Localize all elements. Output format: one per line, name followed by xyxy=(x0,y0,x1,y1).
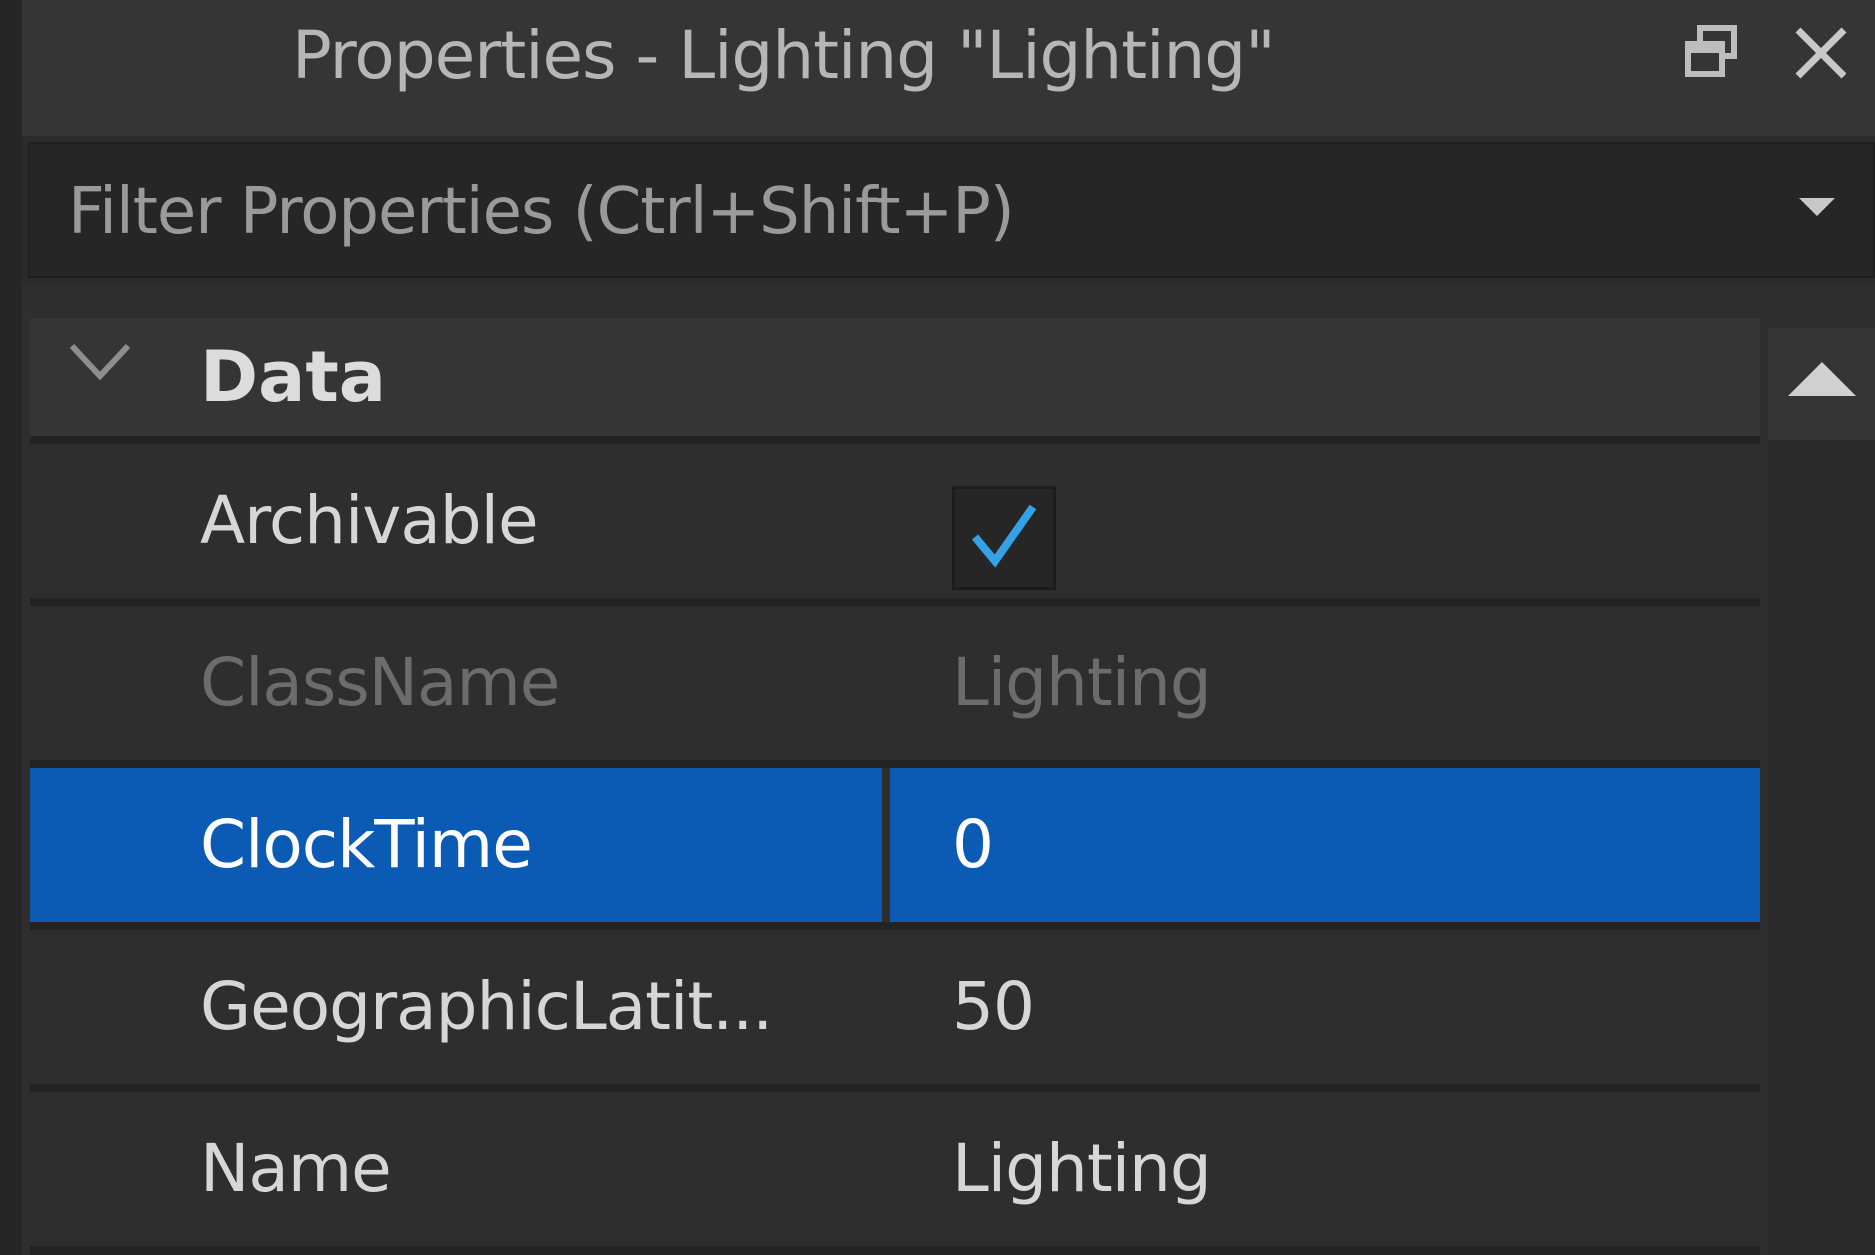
property-name: ClockTime xyxy=(200,806,533,883)
property-row-geographiclatitude[interactable]: GeographicLatit... 50 xyxy=(30,930,1760,1084)
property-name: Archivable xyxy=(200,482,539,559)
scroll-up-arrow-icon xyxy=(1788,362,1856,396)
section-header-data[interactable]: Data xyxy=(30,318,1760,436)
property-value: Lighting xyxy=(952,644,1212,721)
property-name: GeographicLatit... xyxy=(200,968,773,1045)
left-border xyxy=(0,0,22,1255)
window-title: Properties - Lighting "Lighting" xyxy=(292,17,1276,94)
property-value-cell: Lighting xyxy=(890,606,1760,760)
property-value-cell[interactable]: 50 xyxy=(890,930,1760,1084)
property-name: Name xyxy=(200,1130,392,1207)
close-icon[interactable] xyxy=(1790,22,1852,84)
property-row-archivable[interactable]: Archivable xyxy=(30,444,1760,598)
property-value[interactable]: Lighting xyxy=(952,1092,1212,1246)
property-row-name[interactable]: Name Lighting xyxy=(30,1092,1760,1246)
property-value-cell xyxy=(890,444,1760,598)
checkmark-icon xyxy=(971,504,1037,568)
restore-window-icon[interactable] xyxy=(1682,22,1742,82)
property-value-cell[interactable]: Lighting xyxy=(890,1092,1760,1246)
property-name-cell: Archivable xyxy=(30,444,882,598)
vertical-scrollbar[interactable] xyxy=(1768,328,1875,1255)
properties-grid: Data Archivable ClassName Lighting Clock… xyxy=(30,318,1760,1255)
filter-bar: Filter Properties (Ctrl+Shift+P) xyxy=(22,136,1875,284)
property-name-cell: ClockTime xyxy=(30,768,882,922)
scroll-up-button[interactable] xyxy=(1768,328,1875,440)
filter-properties-input[interactable]: Filter Properties (Ctrl+Shift+P) xyxy=(28,142,1875,278)
property-name: ClassName xyxy=(200,644,560,721)
property-name-cell: GeographicLatit... xyxy=(30,930,882,1084)
property-value[interactable]: 50 xyxy=(952,930,1035,1084)
properties-panel: Properties - Lighting "Lighting" Filter … xyxy=(0,0,1875,1255)
archivable-checkbox[interactable] xyxy=(952,486,1056,590)
caret-down-icon[interactable] xyxy=(1799,198,1835,216)
property-name-cell: Name xyxy=(30,1092,882,1246)
property-row-clocktime[interactable]: ClockTime 0 xyxy=(30,768,1760,922)
chevron-down-icon[interactable] xyxy=(66,338,134,388)
property-row-classname: ClassName Lighting xyxy=(30,606,1760,760)
property-name-cell: ClassName xyxy=(30,606,882,760)
title-bar[interactable]: Properties - Lighting "Lighting" xyxy=(22,0,1875,136)
section-title: Data xyxy=(200,336,387,418)
property-value-cell[interactable]: 0 xyxy=(890,768,1760,922)
property-value[interactable]: 0 xyxy=(952,768,994,922)
